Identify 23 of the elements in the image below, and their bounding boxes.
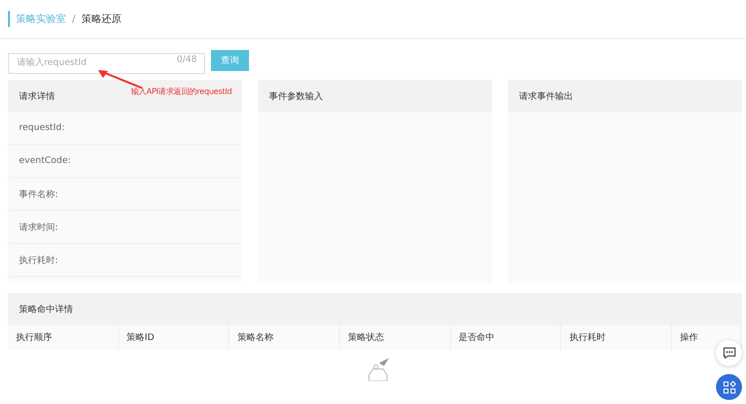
field-label: 事件名称:: [8, 178, 242, 211]
column-header: 是否命中: [450, 325, 562, 350]
breadcrumb-item[interactable]: 策略实验室: [16, 12, 66, 26]
query-button[interactable]: 查询: [211, 50, 249, 71]
column-header: 执行耗时: [561, 325, 672, 350]
field-label: 请求时间:: [8, 211, 242, 244]
chat-icon: [722, 347, 736, 359]
field-label: 执行耗时:: [8, 244, 242, 277]
apps-button[interactable]: [716, 374, 742, 400]
column-header: 策略ID: [118, 325, 230, 350]
character-counter: 0/48: [176, 55, 197, 65]
apps-icon: [722, 380, 736, 394]
column-header: 策略名称: [229, 325, 340, 350]
column-header: 执行顺序: [8, 325, 119, 350]
annotation-text: 输入API请求返回的requestId: [131, 86, 232, 97]
field-label: requestId:: [8, 112, 242, 145]
breadcrumb-separator: /: [72, 14, 76, 24]
section-title: 策略命中详情: [8, 293, 742, 325]
panel-title: 事件参数输入: [258, 80, 492, 112]
field-label: eventCode:: [8, 145, 242, 178]
breadcrumb-item[interactable]: 策略还原: [81, 12, 122, 26]
panel-title: 请求事件输出: [508, 80, 742, 112]
column-header: 策略状态: [340, 325, 451, 350]
